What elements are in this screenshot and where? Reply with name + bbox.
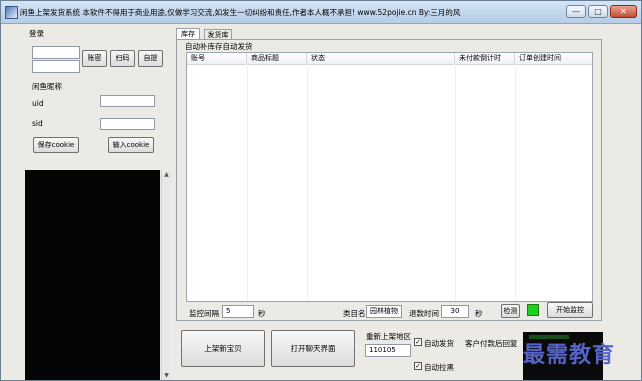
column-header-item-title[interactable]: 商品标题 xyxy=(247,53,307,64)
password-input[interactable] xyxy=(32,60,80,73)
account-login-button[interactable]: 账密 xyxy=(82,50,107,67)
login-panel: 登录 账密 扫码 自提 闲鱼昵称 uid sid 保存cookie 输入cook… xyxy=(23,24,163,164)
column-divider xyxy=(515,64,516,301)
inventory-group-label: 自动补库存自动发货 xyxy=(185,42,253,51)
nickname-label: 闲鱼昵称 xyxy=(32,82,62,91)
window-title: 闲鱼上架发货系统 本软件不得用于商业用途,仅做学习交流,如发生一切纠纷和责任,作… xyxy=(20,8,461,17)
minimize-button[interactable]: — xyxy=(566,5,586,18)
new-item-button[interactable]: 上架新宝贝 xyxy=(181,330,265,367)
monitor-interval-input[interactable]: 5 xyxy=(222,305,254,318)
uid-label: uid xyxy=(32,99,44,108)
column-header-order-created[interactable]: 订单创建时间 xyxy=(515,53,592,64)
close-button[interactable]: ✕ xyxy=(610,5,637,18)
log-scrollbar[interactable]: ▲ ▼ xyxy=(161,170,171,380)
category-label: 类目名 xyxy=(343,309,366,318)
open-chat-button[interactable]: 打开聊天界面 xyxy=(271,330,355,367)
relist-area-input[interactable]: 110105 xyxy=(365,344,411,357)
main-window: 闲鱼上架发货系统 本软件不得用于商业用途,仅做学习交流,如发生一切纠纷和责任,作… xyxy=(0,0,642,381)
customer-reply-label: 客户付款后回复 xyxy=(465,339,518,348)
sid-label: sid xyxy=(32,119,43,128)
start-monitor-button[interactable]: 开始监控 xyxy=(547,302,593,318)
inventory-table[interactable]: 账号 商品标题 状态 未付款倒计时 订单创建时间 xyxy=(186,52,593,302)
monitor-interval-label: 监控间隔 xyxy=(189,309,219,318)
title-bar: 闲鱼上架发货系统 本软件不得用于商业用途,仅做学习交流,如发生一切纠纷和责任,作… xyxy=(1,1,641,24)
column-divider xyxy=(247,64,248,301)
category-input[interactable]: 园林植物 xyxy=(366,305,402,318)
column-header-unpaid-countdown[interactable]: 未付款倒计时 xyxy=(455,53,515,64)
seconds-unit-label: 秒 xyxy=(258,309,266,318)
scroll-up-arrow-icon[interactable]: ▲ xyxy=(162,171,171,178)
login-section-label: 登录 xyxy=(29,29,44,38)
uid-input[interactable] xyxy=(100,95,155,107)
auto-button[interactable]: 自提 xyxy=(138,50,163,67)
auto-pull-label: 自动拉黑 xyxy=(424,363,454,372)
log-panel xyxy=(25,170,160,380)
maximize-button[interactable]: □ xyxy=(588,5,608,18)
save-cookie-button[interactable]: 保存cookie xyxy=(33,137,79,153)
column-divider xyxy=(455,64,456,301)
seconds-unit-label-2: 秒 xyxy=(475,309,483,318)
status-indicator xyxy=(527,304,539,316)
scroll-down-arrow-icon[interactable]: ▼ xyxy=(162,372,171,379)
input-cookie-button[interactable]: 输入cookie xyxy=(108,137,154,153)
auto-ship-checkbox[interactable]: ✓ xyxy=(414,338,422,346)
relist-area-label: 重新上架地区 xyxy=(366,332,411,341)
app-icon xyxy=(5,6,18,19)
auto-ship-label: 自动发货 xyxy=(424,339,454,348)
column-header-status[interactable]: 状态 xyxy=(307,53,455,64)
column-divider xyxy=(307,64,308,301)
scan-login-button[interactable]: 扫码 xyxy=(110,50,135,67)
column-header-account[interactable]: 账号 xyxy=(187,53,247,64)
account-input[interactable] xyxy=(32,46,80,59)
watermark-logo: 最需教育 xyxy=(523,342,616,368)
sid-input[interactable] xyxy=(100,118,155,130)
refund-time-label: 退款时间 xyxy=(409,309,439,318)
inventory-tab-panel: 自动补库存自动发货 账号 商品标题 状态 未付款倒计时 订单创建时间 监控间隔 … xyxy=(176,39,602,321)
refund-time-input[interactable]: 30 xyxy=(441,305,469,318)
detect-button[interactable]: 检测 xyxy=(501,304,520,318)
auto-pull-checkbox[interactable]: ✓ xyxy=(414,362,422,370)
